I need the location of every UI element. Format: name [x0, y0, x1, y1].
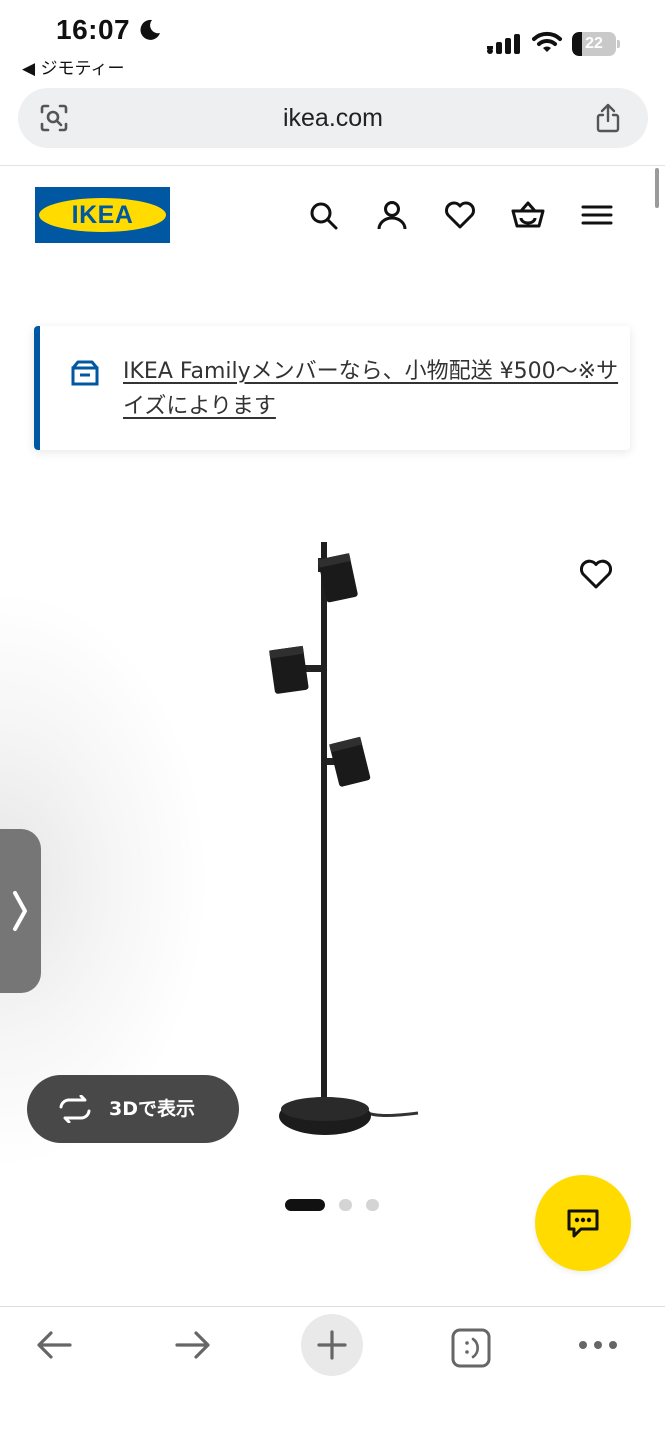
- gallery-dot-active[interactable]: [285, 1199, 325, 1211]
- add-to-favourites-icon[interactable]: [578, 556, 614, 592]
- family-delivery-banner[interactable]: IKEA Familyメンバーなら、小物配送 ¥500〜※サイズによります: [34, 326, 630, 450]
- share-icon[interactable]: [592, 102, 624, 134]
- url-text[interactable]: ikea.com: [18, 88, 648, 148]
- ikea-logo[interactable]: IKEA: [35, 187, 170, 243]
- signal-icon: [487, 34, 520, 54]
- view-in-3d-button[interactable]: 3Dで表示: [27, 1075, 239, 1143]
- account-icon[interactable]: [375, 198, 409, 232]
- side-panel-tab[interactable]: [0, 829, 41, 993]
- delivery-box-icon: [71, 360, 99, 386]
- back-arrow-icon[interactable]: [34, 1327, 74, 1363]
- logo-text: IKEA: [71, 201, 134, 229]
- battery-icon: 22: [572, 32, 620, 56]
- clock: 16:07: [56, 14, 131, 45]
- banner-link[interactable]: IKEA Familyメンバーなら、小物配送 ¥500〜※サイズによります: [123, 354, 623, 424]
- search-icon[interactable]: [306, 198, 340, 232]
- moon-icon: [140, 19, 160, 40]
- forward-arrow-icon[interactable]: [173, 1327, 213, 1363]
- address-bar[interactable]: ikea.com: [18, 88, 648, 148]
- more-icon[interactable]: [577, 1327, 619, 1363]
- tabs-icon[interactable]: [450, 1327, 492, 1369]
- chat-button[interactable]: [535, 1175, 631, 1271]
- chat-icon: [567, 1209, 599, 1238]
- gallery-dot[interactable]: [366, 1199, 379, 1211]
- battery-percentage: 22: [585, 35, 603, 52]
- heart-icon[interactable]: [443, 198, 477, 232]
- browser-toolbar: [0, 1306, 665, 1440]
- rotate-3d-icon: [59, 1095, 91, 1123]
- back-to-app-link[interactable]: ◀ ジモティー: [22, 54, 124, 79]
- divider: [0, 165, 665, 166]
- cart-icon[interactable]: [511, 198, 545, 232]
- chevron-right-icon: [13, 891, 27, 931]
- gallery-dot[interactable]: [339, 1199, 352, 1211]
- scrollbar[interactable]: [655, 168, 659, 208]
- wifi-icon: [532, 31, 562, 52]
- menu-icon[interactable]: [580, 198, 614, 232]
- new-tab-button[interactable]: [301, 1314, 363, 1376]
- status-bar: 16:07 ◀ ジモティー 22: [0, 0, 665, 80]
- view-in-3d-label: 3Dで表示: [109, 1098, 195, 1120]
- plus-icon: [317, 1330, 347, 1360]
